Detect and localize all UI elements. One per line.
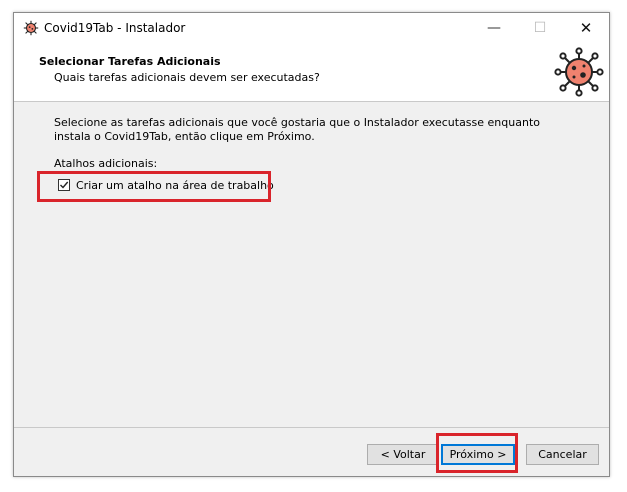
highlight-checkbox [37, 171, 271, 202]
wizard-header: Selecionar Tarefas Adicionais Quais tare… [14, 43, 609, 102]
additional-shortcuts-label: Atalhos adicionais: [54, 157, 158, 170]
highlight-next-button [436, 433, 518, 473]
page-title: Selecionar Tarefas Adicionais [39, 55, 221, 68]
minimize-button[interactable]: — [471, 13, 517, 43]
page-subtitle: Quais tarefas adicionais devem ser execu… [54, 71, 320, 84]
title-bar: Covid19Tab - Instalador — ☐ ✕ [14, 13, 609, 43]
back-button[interactable]: < Voltar [367, 444, 439, 465]
window-title: Covid19Tab - Instalador [44, 21, 186, 35]
instructions-text: Selecione as tarefas adicionais que você… [54, 116, 540, 143]
virus-icon [554, 47, 604, 97]
maximize-button[interactable]: ☐ [517, 13, 563, 43]
app-virus-icon [23, 20, 39, 36]
cancel-button[interactable]: Cancelar [526, 444, 599, 465]
installer-window: Covid19Tab - Instalador — ☐ ✕ Selecionar… [13, 12, 610, 477]
footer-divider [14, 427, 609, 428]
close-button[interactable]: ✕ [563, 13, 609, 43]
